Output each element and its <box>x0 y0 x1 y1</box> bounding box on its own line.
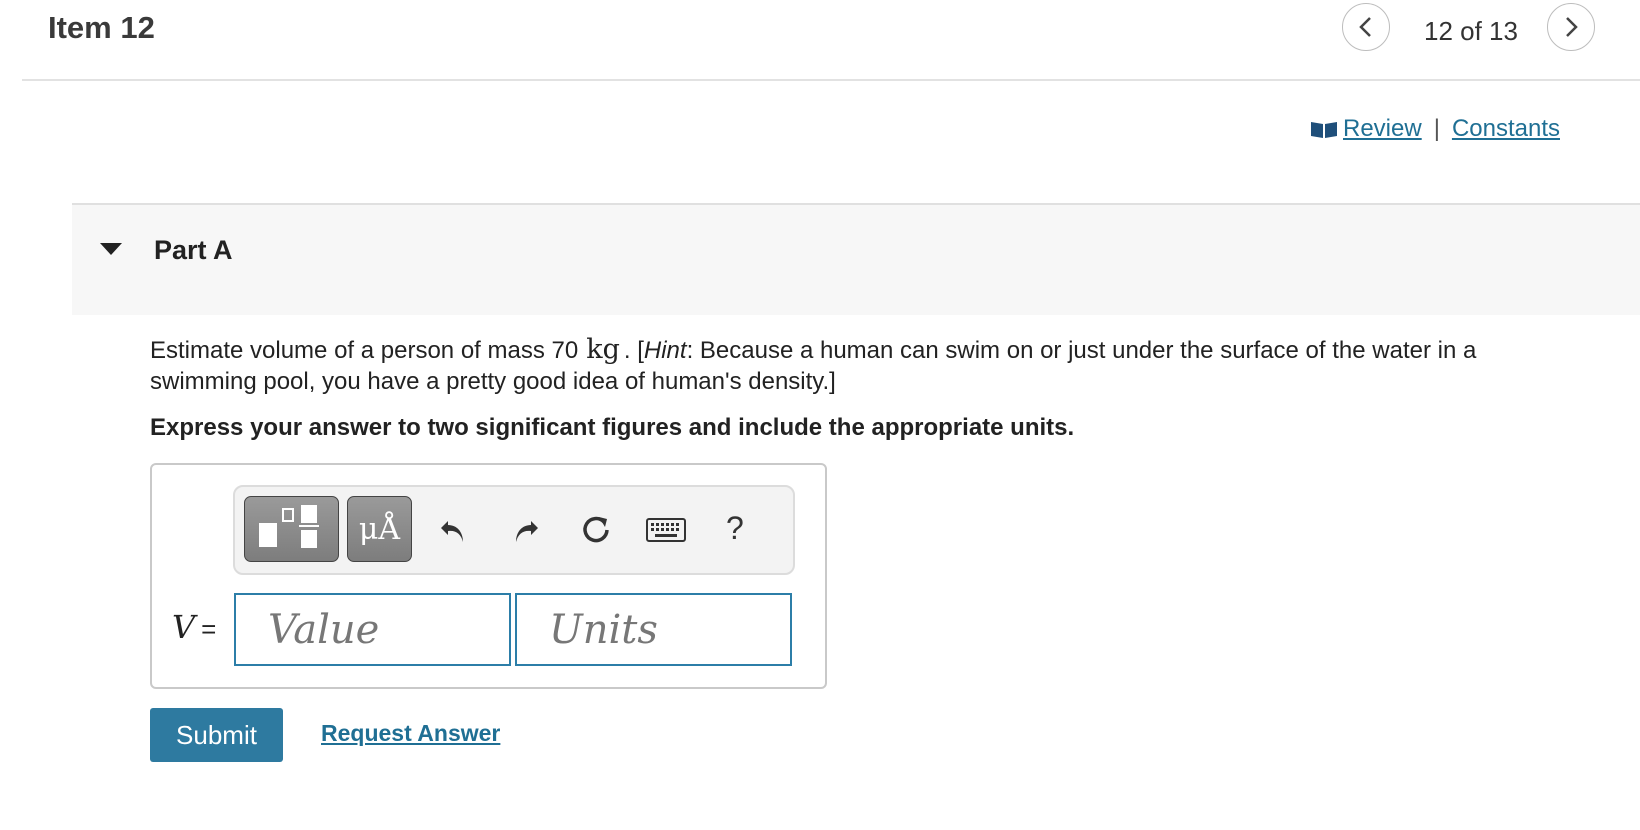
units-icon: μÅ <box>358 511 401 547</box>
submit-button[interactable]: Submit <box>150 708 283 762</box>
resource-links: Review | Constants <box>1309 115 1560 143</box>
collapse-caret-icon[interactable] <box>100 243 122 255</box>
reset-button[interactable] <box>576 510 616 550</box>
book-icon <box>1311 122 1337 138</box>
hint-label: Hint <box>643 337 687 364</box>
chevron-right-icon <box>1566 17 1578 37</box>
answer-instruction: Express your answer to two significant f… <box>150 414 1075 441</box>
constants-link[interactable]: Constants <box>1452 115 1560 143</box>
templates-button[interactable] <box>244 496 339 562</box>
review-link[interactable]: Review <box>1343 115 1422 143</box>
variable-symbol: V <box>172 608 196 646</box>
templates-icon <box>259 505 319 548</box>
item-title: Item 12 <box>48 10 155 45</box>
part-title: Part A <box>154 235 233 265</box>
previous-item-button[interactable] <box>1342 3 1390 51</box>
units-button[interactable]: μÅ <box>347 496 412 562</box>
mass-unit: kg <box>586 334 620 365</box>
header-divider <box>22 79 1640 81</box>
item-counter: 12 of 13 <box>1424 16 1518 46</box>
part-header[interactable] <box>72 203 1640 315</box>
reset-icon <box>583 516 609 543</box>
chevron-left-icon <box>1359 17 1371 37</box>
undo-icon <box>441 521 463 542</box>
redo-button[interactable] <box>506 510 546 550</box>
units-input[interactable] <box>515 593 792 666</box>
request-answer-link[interactable]: Request Answer <box>321 720 500 747</box>
equals-sign: = <box>201 614 217 644</box>
question-intro: Estimate volume of a person of mass 70 <box>150 337 579 364</box>
help-button[interactable]: ? <box>726 510 744 547</box>
question-punctuation: . [ <box>623 337 644 364</box>
keyboard-icon <box>646 518 686 542</box>
redo-icon <box>516 521 538 542</box>
next-item-button[interactable] <box>1547 3 1595 51</box>
link-separator: | <box>1433 115 1440 142</box>
question-text: Estimate volume of a person of mass 70 kg… <box>150 334 1570 397</box>
keyboard-button[interactable] <box>646 510 686 550</box>
undo-button[interactable] <box>433 510 473 550</box>
value-input[interactable] <box>234 593 511 666</box>
variable-label: V = <box>172 608 216 646</box>
